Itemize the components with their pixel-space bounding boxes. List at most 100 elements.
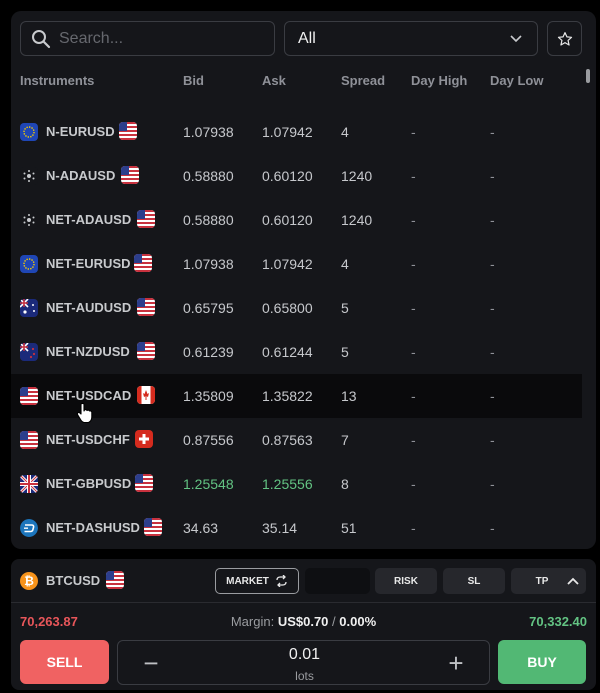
list-scrollbar[interactable]: [585, 69, 591, 549]
au-flag-icon: [20, 299, 38, 317]
table-row[interactable]: NET-AUDUSD 0.65795 0.65800 5 - -: [11, 286, 582, 330]
column-header-bid[interactable]: Bid: [183, 73, 204, 88]
us-flag-icon: [135, 474, 153, 492]
day-low-value: -: [490, 432, 495, 448]
day-low-value: -: [490, 388, 495, 404]
instrument-symbol: NET-DASHUSD: [46, 520, 140, 535]
order-type-label: MARKET: [226, 575, 269, 587]
ask-value: 0.60120: [262, 168, 313, 184]
bid-value: 0.65795: [183, 300, 234, 316]
increase-quantity-button[interactable]: +: [445, 650, 467, 676]
table-row[interactable]: NET-DASHUSD 34.63 35.14 51 - -: [11, 506, 582, 549]
order-ticket: ₿ BTCUSD MARKET RISK SL TP Margin: US$0.…: [11, 559, 596, 690]
cardano-icon: [20, 211, 38, 229]
bid-value: 0.61239: [183, 344, 234, 360]
instrument-symbol: NET-AUDUSD: [46, 300, 132, 315]
spread-value: 5: [341, 344, 349, 360]
quantity-unit: lots: [295, 669, 314, 683]
us-flag-icon: [119, 122, 137, 140]
bid-value: 34.63: [183, 520, 219, 536]
us-flag-icon: [134, 254, 152, 272]
filter-select[interactable]: All: [284, 21, 538, 56]
limit-price-field[interactable]: [305, 568, 370, 594]
eu-flag-icon: [20, 255, 38, 273]
table-row[interactable]: NET-NZDUSD 0.61239 0.61244 5 - -: [11, 330, 582, 374]
column-header-instruments[interactable]: Instruments: [20, 73, 94, 88]
day-high-value: -: [411, 124, 416, 140]
day-high-value: -: [411, 388, 416, 404]
day-high-value: -: [411, 256, 416, 272]
instruments-panel: All Instruments Bid Ask Spread Day High …: [11, 11, 596, 549]
ask-value: 1.07942: [262, 256, 313, 272]
ask-value: 0.65800: [262, 300, 313, 316]
search-input[interactable]: [59, 29, 249, 48]
ask-value: 1.35822: [262, 388, 313, 404]
us-flag-icon: [137, 210, 155, 228]
ask-value: 1.07942: [262, 124, 313, 140]
table-row[interactable]: NET-GBPUSD 1.25548 1.25556 8 - -: [11, 462, 582, 506]
instrument-symbol: NET-USDCAD: [46, 388, 132, 403]
scrollbar-thumb[interactable]: [586, 69, 590, 83]
table-row[interactable]: NET-USDCHF 0.87556 0.87563 7 - -: [11, 418, 582, 462]
us-flag-icon: [137, 298, 155, 316]
risk-button[interactable]: RISK: [375, 568, 437, 594]
day-high-value: -: [411, 432, 416, 448]
search-box[interactable]: [20, 21, 275, 56]
spread-value: 4: [341, 124, 349, 140]
favorites-button[interactable]: [547, 21, 582, 56]
chevron-up-icon: [567, 577, 579, 585]
day-low-value: -: [490, 212, 495, 228]
star-icon: [557, 31, 572, 46]
day-low-value: -: [490, 520, 495, 536]
column-header-spread[interactable]: Spread: [341, 73, 385, 88]
instrument-symbol: NET-USDCHF: [46, 432, 130, 447]
ask-value: 0.60120: [262, 212, 313, 228]
spread-value: 51: [341, 520, 357, 536]
ask-value: 1.25556: [262, 476, 313, 492]
spread-value: 1240: [341, 168, 373, 184]
us-flag-icon: [137, 342, 155, 360]
table-row[interactable]: NET-ADAUSD 0.58880 0.60120 1240 - -: [11, 198, 582, 242]
collapse-button[interactable]: [560, 568, 586, 594]
instrument-symbol: NET-EURUSD: [46, 256, 131, 271]
column-header-day-low[interactable]: Day Low: [490, 73, 543, 88]
day-high-value: -: [411, 212, 416, 228]
us-flag-icon: [121, 166, 139, 184]
table-row[interactable]: N-EURUSD 1.07938 1.07942 4 - -: [11, 110, 582, 154]
bid-value: 1.35809: [183, 388, 234, 404]
bid-value: 1.07938: [183, 124, 234, 140]
order-type-toggle[interactable]: MARKET: [215, 568, 299, 594]
spread-value: 13: [341, 388, 357, 404]
ask-value: 35.14: [262, 520, 298, 536]
day-high-value: -: [411, 344, 416, 360]
spread-value: 1240: [341, 212, 373, 228]
search-icon: [32, 29, 51, 48]
us-flag-icon: [20, 431, 38, 449]
ticket-symbol: BTCUSD: [46, 573, 101, 588]
filter-selected-label: All: [298, 29, 316, 47]
quantity-value[interactable]: 0.01: [118, 646, 491, 664]
ca-flag-icon: [137, 386, 155, 404]
day-high-value: -: [411, 168, 416, 184]
sell-button[interactable]: SELL: [20, 640, 109, 684]
table-row[interactable]: NET-USDCAD 1.35809 1.35822 13 - -: [11, 374, 582, 418]
chevron-down-icon: [510, 34, 522, 42]
margin-value: US$0.70: [277, 614, 329, 629]
us-flag-icon: [20, 387, 38, 405]
bitcoin-icon: ₿: [20, 572, 38, 590]
buy-button[interactable]: BUY: [498, 640, 586, 684]
buy-price: 70,332.40: [529, 614, 587, 629]
quantity-stepper[interactable]: − 0.01 lots +: [117, 640, 490, 685]
ask-value: 0.61244: [262, 344, 313, 360]
table-row[interactable]: NET-EURUSD 1.07938 1.07942 4 - -: [11, 242, 582, 286]
table-row[interactable]: N-ADAUSD 0.58880 0.60120 1240 - -: [11, 154, 582, 198]
column-header-ask[interactable]: Ask: [262, 73, 286, 88]
stop-loss-button[interactable]: SL: [443, 568, 505, 594]
day-high-value: -: [411, 476, 416, 492]
bid-value: 0.58880: [183, 168, 234, 184]
margin-separator: /: [332, 614, 336, 629]
nz-flag-icon: [20, 343, 38, 361]
us-flag-icon: [144, 518, 162, 536]
eu-flag-icon: [20, 123, 38, 141]
column-header-day-high[interactable]: Day High: [411, 73, 467, 88]
